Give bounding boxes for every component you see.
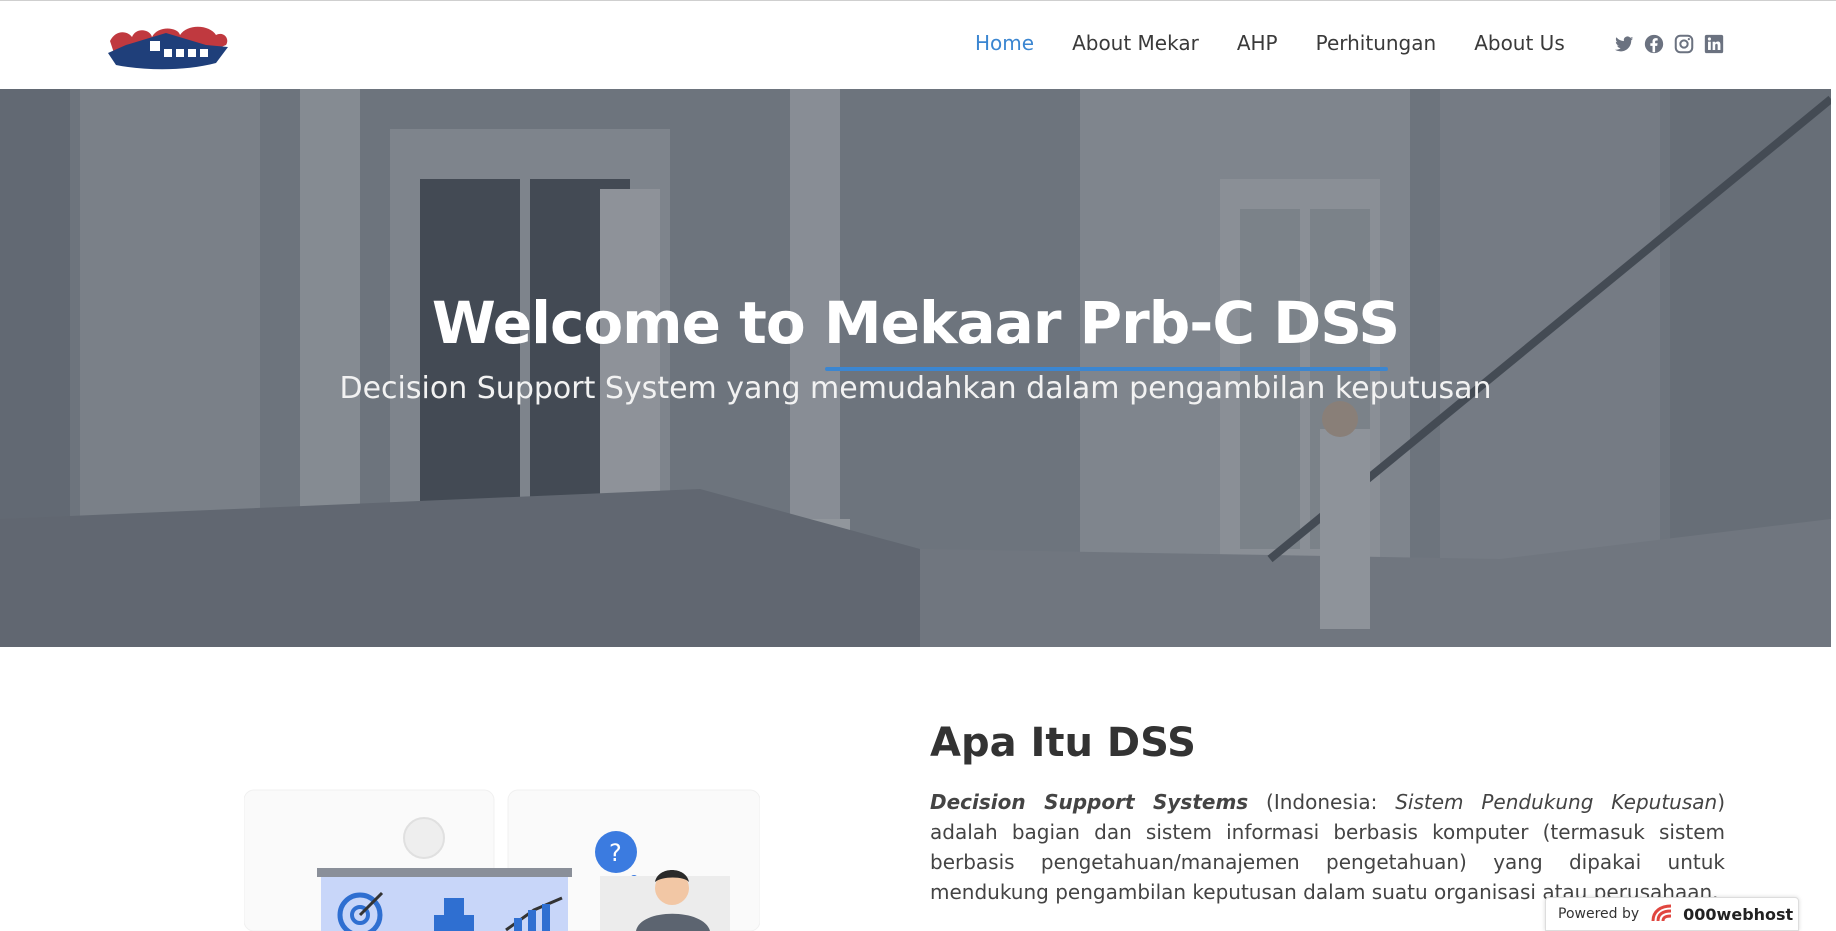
- about-paragraph: Decision Support Systems (Indonesia: Sis…: [930, 787, 1725, 907]
- nav-about-us[interactable]: About Us: [1474, 31, 1565, 55]
- nav-about-mekar[interactable]: About Mekar: [1072, 31, 1199, 55]
- about-text-1: (Indonesia:: [1248, 790, 1396, 814]
- about-term: Decision Support Systems: [930, 790, 1249, 814]
- about-term-id: Sistem Pendukung Keputusan: [1395, 790, 1718, 814]
- hero-title: Welcome to Mekaar Prb-C DSS: [431, 289, 1400, 357]
- facebook-icon[interactable]: [1643, 33, 1665, 55]
- about-title: Apa Itu DSS: [930, 720, 1196, 766]
- main-nav: Home About Mekar AHP Perhitungan About U…: [975, 31, 1603, 55]
- powered-label: Powered by: [1558, 906, 1640, 922]
- powered-brand: 000webhost: [1649, 903, 1793, 925]
- svg-text:?: ?: [609, 839, 622, 867]
- site-logo[interactable]: [106, 19, 230, 71]
- powered-by-badge[interactable]: Powered by 000webhost: [1545, 897, 1799, 931]
- webhost-logo-icon: [1651, 904, 1672, 922]
- dss-illustration: ?: [244, 789, 760, 931]
- hero-subtitle: Decision Support System yang memudahkan …: [339, 371, 1492, 406]
- site-header: Home About Mekar AHP Perhitungan About U…: [0, 0, 1836, 89]
- hero-banner: Welcome to Mekaar Prb-C DSS Decision Sup…: [0, 89, 1831, 647]
- nav-ahp[interactable]: AHP: [1237, 31, 1278, 55]
- linkedin-icon[interactable]: [1703, 33, 1725, 55]
- powered-brand-name: 000webhost: [1683, 904, 1794, 924]
- social-links: [1613, 33, 1725, 55]
- nav-home[interactable]: Home: [975, 31, 1034, 55]
- nav-perhitungan[interactable]: Perhitungan: [1316, 31, 1437, 55]
- twitter-icon[interactable]: [1613, 33, 1635, 55]
- instagram-icon[interactable]: [1673, 33, 1695, 55]
